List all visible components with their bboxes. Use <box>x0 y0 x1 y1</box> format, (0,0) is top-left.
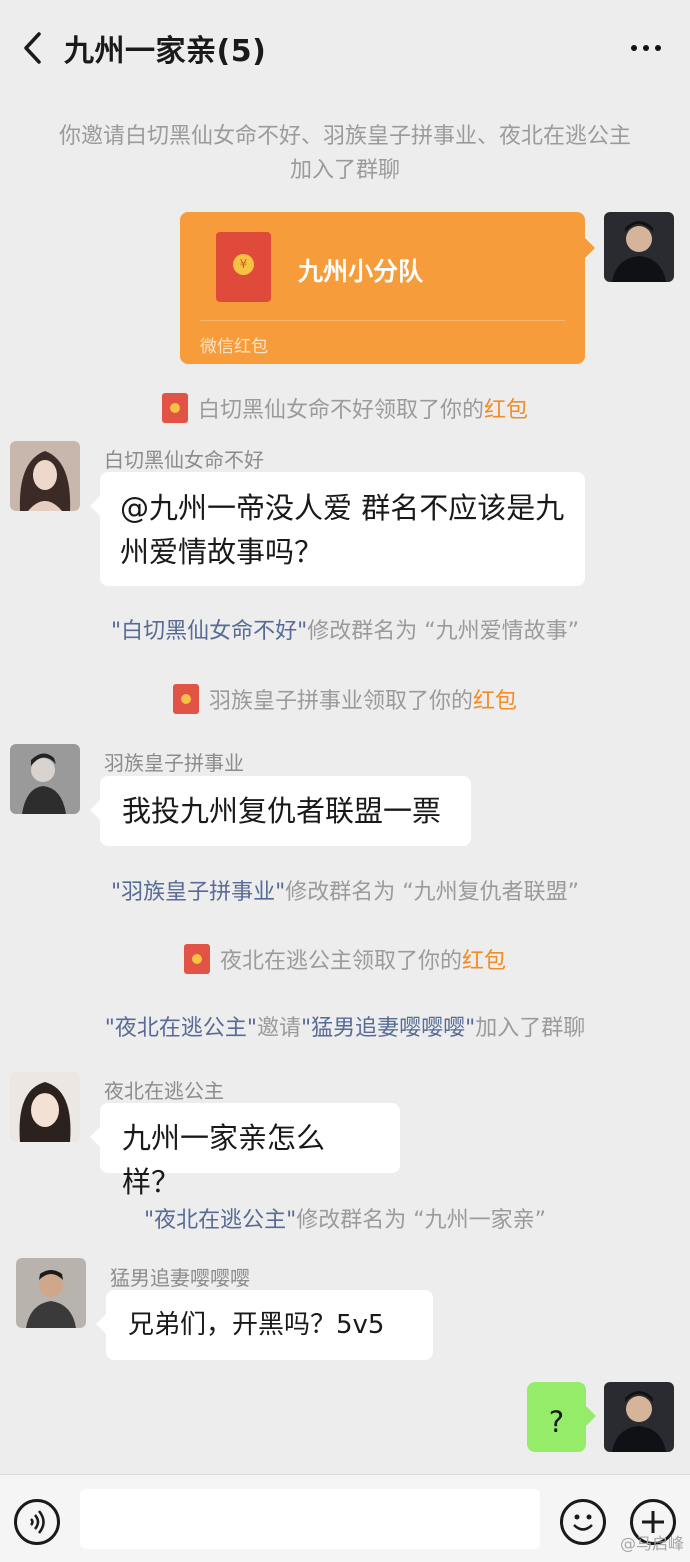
red-packet-card[interactable]: ¥ 九州小分队 微信红包 <box>180 212 595 364</box>
message-bubble-self[interactable]: ? <box>527 1382 596 1452</box>
message-input[interactable] <box>80 1489 540 1549</box>
system-message-invite-2: "夜北在逃公主"邀请"猛男追妻嘤嘤嘤"加入了群聊 <box>104 1016 586 1041</box>
member-link[interactable]: "夜北在逃公主" <box>105 1016 257 1041</box>
watermark-text: @马启峰 <box>619 1534 684 1553</box>
avatar-member[interactable] <box>10 441 80 511</box>
message-bubble[interactable]: @九州一帝没人爱 群名不应该是九州爱情故事吗？ <box>90 472 585 586</box>
system-message-claim: 羽族皇子拼事业领取了你的红包 <box>40 684 650 719</box>
message-bubble[interactable]: 我投九州复仇者联盟一票 <box>90 776 471 846</box>
back-icon[interactable] <box>14 28 50 68</box>
avatar-self[interactable] <box>604 1382 674 1452</box>
message-bubble[interactable]: 九州一家亲怎么样？ <box>90 1103 400 1199</box>
avatar-member[interactable] <box>10 744 80 814</box>
red-packet-footer: 微信红包 <box>200 337 268 357</box>
red-envelope-icon: ¥ <box>216 232 271 302</box>
member-link[interactable]: "夜北在逃公主" <box>144 1208 296 1233</box>
red-packet-icon <box>161 393 188 423</box>
red-packet-title: 九州小分队 <box>298 257 424 286</box>
avatar-member[interactable] <box>10 1072 80 1142</box>
red-packet-link[interactable]: 红包 <box>473 689 517 714</box>
red-packet-icon <box>183 944 210 974</box>
emoji-icon[interactable] <box>560 1499 606 1545</box>
chat-header: 九州一家亲(5) <box>0 0 690 96</box>
avatar-member[interactable] <box>16 1258 86 1328</box>
voice-icon[interactable] <box>14 1499 60 1545</box>
system-message-rename: "夜北在逃公主"修改群名为 “九州一家亲” <box>143 1208 547 1233</box>
sender-name: 夜北在逃公主 <box>104 1079 224 1103</box>
message-bubble[interactable]: 兄弟们，开黑吗？5v5 <box>96 1290 433 1360</box>
sender-name: 白切黑仙女命不好 <box>104 448 264 472</box>
system-message-claim: 夜北在逃公主领取了你的红包 <box>40 944 650 979</box>
member-link[interactable]: "猛男追妻嘤嘤嘤" <box>301 1016 475 1041</box>
system-message-claim: 白切黑仙女命不好领取了你的红包 <box>40 393 650 428</box>
system-message-rename: "羽族皇子拼事业"修改群名为 “九州复仇者联盟” <box>110 880 580 905</box>
more-icon[interactable] <box>626 30 666 66</box>
red-packet-icon <box>172 684 199 714</box>
system-message-invite: 你邀请白切黑仙女命不好、羽族皇子拼事业、夜北在逃公主加入了群聊 <box>58 124 631 183</box>
member-link[interactable]: "羽族皇子拼事业" <box>111 880 285 905</box>
red-packet-link[interactable]: 红包 <box>484 398 528 423</box>
red-packet-divider <box>200 320 565 321</box>
avatar-self[interactable] <box>604 212 674 282</box>
red-packet-link[interactable]: 红包 <box>462 949 506 974</box>
member-link[interactable]: "白切黑仙女命不好" <box>111 619 307 644</box>
chat-title: 九州一家亲(5) <box>64 34 267 69</box>
input-bar: @马启峰 <box>0 1474 690 1562</box>
sender-name: 猛男追妻嘤嘤嘤 <box>110 1266 250 1290</box>
system-message-rename: "白切黑仙女命不好"修改群名为 “九州爱情故事” <box>110 619 580 644</box>
sender-name: 羽族皇子拼事业 <box>104 751 244 775</box>
